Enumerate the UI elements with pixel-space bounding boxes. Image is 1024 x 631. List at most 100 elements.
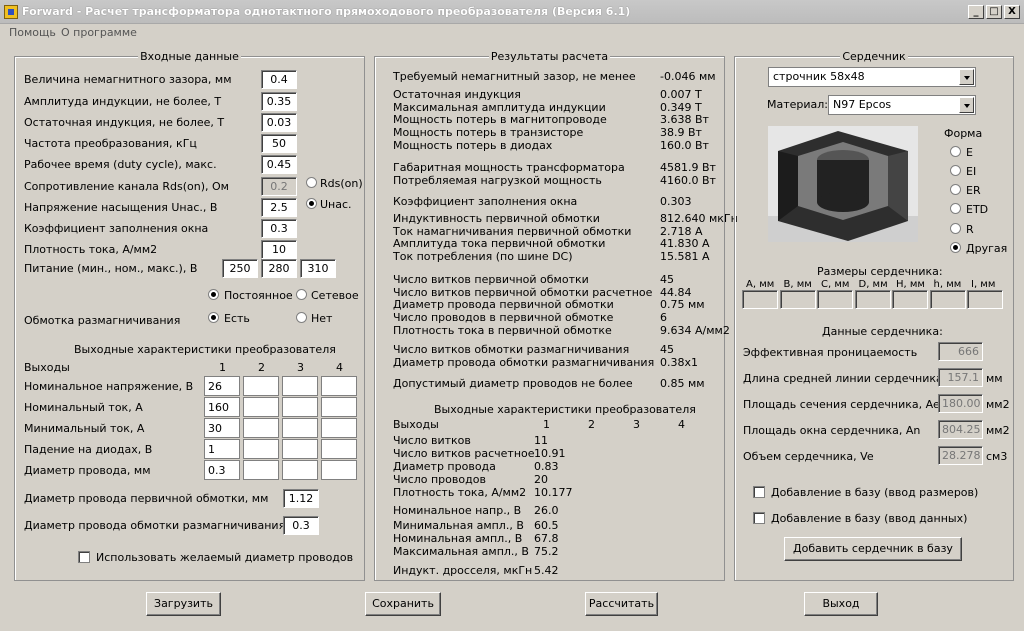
output-cell[interactable] bbox=[321, 397, 357, 417]
input-field[interactable]: 0.45 bbox=[261, 155, 297, 174]
chevron-down-icon[interactable] bbox=[959, 97, 974, 113]
chevron-down-icon[interactable] bbox=[959, 69, 974, 85]
input-field[interactable]: 50 bbox=[261, 134, 297, 153]
minimize-button[interactable]: _ bbox=[968, 5, 984, 19]
material-select[interactable]: N97 Epcos bbox=[828, 95, 976, 115]
dimension-label: h, мм bbox=[933, 279, 962, 290]
input-field[interactable]: 2.5 bbox=[261, 198, 297, 217]
shape-radio[interactable] bbox=[950, 184, 961, 195]
input-label: Частота преобразования, кГц bbox=[24, 137, 197, 150]
exit-button[interactable]: Выход bbox=[804, 592, 878, 616]
input-field[interactable]: 0.3 bbox=[261, 219, 297, 238]
input-field[interactable]: 0.4 bbox=[261, 70, 297, 89]
demag-yes-radio[interactable] bbox=[208, 312, 219, 323]
core-param-value[interactable]: 28.278 bbox=[938, 446, 983, 465]
result-label: Допустимый диаметр проводов не более bbox=[393, 377, 633, 390]
load-button[interactable]: Загрузить bbox=[146, 592, 221, 616]
output-cell[interactable] bbox=[282, 460, 318, 480]
dimension-input[interactable] bbox=[967, 290, 1003, 309]
add-core-button[interactable]: Добавить сердечник в базу bbox=[784, 537, 962, 561]
output-cell[interactable] bbox=[321, 376, 357, 396]
core-param-label: Объем сердечника, Ve bbox=[743, 450, 874, 463]
dimension-label: I, мм bbox=[971, 279, 996, 290]
input-field[interactable]: 0.2 bbox=[261, 177, 297, 196]
save-button[interactable]: Сохранить bbox=[365, 592, 441, 616]
unas-radio[interactable] bbox=[306, 198, 317, 209]
output-cell[interactable]: 160 bbox=[204, 397, 240, 417]
core-param-value[interactable]: 666 bbox=[938, 342, 983, 361]
core-param-value[interactable]: 157.1 bbox=[938, 368, 983, 387]
dimension-input[interactable] bbox=[892, 290, 928, 309]
add-dims-checkbox[interactable] bbox=[753, 486, 765, 498]
shape-radio[interactable] bbox=[950, 242, 961, 253]
demag-no-radio[interactable] bbox=[296, 312, 307, 323]
shape-radio[interactable] bbox=[950, 203, 961, 214]
input-label: Величина немагнитного зазора, мм bbox=[24, 73, 232, 86]
output-cell[interactable] bbox=[243, 376, 279, 396]
dimension-input[interactable] bbox=[742, 290, 778, 309]
output-cell[interactable] bbox=[321, 439, 357, 459]
supply-nom-input[interactable]: 280 bbox=[261, 259, 297, 278]
dimension-label: B, мм bbox=[783, 279, 812, 290]
input-field[interactable]: 0.03 bbox=[261, 113, 297, 132]
supply-min-input[interactable]: 250 bbox=[222, 259, 258, 278]
shape-radio[interactable] bbox=[950, 146, 961, 157]
output-cell[interactable] bbox=[243, 439, 279, 459]
primary-wire-label: Диаметр провода первичной обмотки, мм bbox=[24, 492, 269, 505]
demag-wire-input[interactable]: 0.3 bbox=[283, 516, 319, 535]
menu-about[interactable]: О программе bbox=[61, 26, 137, 39]
output-cell[interactable]: 26 bbox=[204, 376, 240, 396]
primary-wire-input[interactable]: 1.12 bbox=[283, 489, 319, 508]
core-param-value[interactable]: 804.25 bbox=[938, 420, 983, 439]
output-cell[interactable] bbox=[243, 418, 279, 438]
core-param-value[interactable]: 180.00 bbox=[938, 394, 983, 413]
output-cell[interactable] bbox=[243, 397, 279, 417]
output-cell[interactable] bbox=[282, 439, 318, 459]
result-value: 38.9 Вт bbox=[660, 126, 702, 140]
output-cell[interactable]: 0.3 bbox=[204, 460, 240, 480]
supply-net-radio[interactable] bbox=[296, 289, 307, 300]
output-cell[interactable] bbox=[321, 418, 357, 438]
output-cell[interactable] bbox=[321, 460, 357, 480]
add-data-checkbox[interactable] bbox=[753, 512, 765, 524]
core-select[interactable]: строчник 58x48 bbox=[768, 67, 976, 87]
dimension-input[interactable] bbox=[817, 290, 853, 309]
shape-radio[interactable] bbox=[950, 165, 961, 176]
dimension-input[interactable] bbox=[929, 290, 966, 309]
output-cell[interactable]: 30 bbox=[204, 418, 240, 438]
input-field[interactable]: 10 bbox=[261, 240, 297, 259]
shape-label: ER bbox=[966, 184, 981, 197]
shape-radio[interactable] bbox=[950, 223, 961, 234]
output-cell[interactable] bbox=[282, 397, 318, 417]
core-param-label: Эффективная проницаемость bbox=[743, 346, 918, 359]
output-cell[interactable]: 1 bbox=[204, 439, 240, 459]
output-cell[interactable] bbox=[282, 418, 318, 438]
rds-radio[interactable] bbox=[306, 177, 317, 188]
use-desired-label: Использовать желаемый диаметр проводов bbox=[96, 551, 354, 564]
result-value: 9.634 А/мм2 bbox=[660, 323, 730, 337]
app-icon bbox=[4, 5, 18, 19]
maximize-button[interactable]: □ bbox=[986, 5, 1002, 19]
core-param-label: Площадь окна сердечника, An bbox=[743, 424, 921, 437]
supply-const-label: Постоянное bbox=[224, 289, 293, 302]
output-cell[interactable] bbox=[282, 376, 318, 396]
calculate-button[interactable]: Рассчитать bbox=[585, 592, 658, 616]
results-column-header: 4 bbox=[678, 418, 685, 431]
dimension-input[interactable] bbox=[779, 290, 816, 309]
results-out-label: Индукт. дросселя, мкГн bbox=[393, 564, 533, 577]
dimension-input[interactable] bbox=[854, 290, 891, 309]
output-cell[interactable] bbox=[243, 460, 279, 480]
rds-label: Rds(on) bbox=[320, 177, 363, 190]
supply-max-input[interactable]: 310 bbox=[300, 259, 336, 278]
result-label: Плотность тока в первичной обмотке bbox=[393, 323, 612, 337]
core-param-unit: мм2 bbox=[986, 398, 1010, 411]
results-out-label: Минимальная ампл., В bbox=[393, 519, 524, 532]
supply-const-radio[interactable] bbox=[208, 289, 219, 300]
use-desired-checkbox[interactable] bbox=[78, 551, 90, 563]
results-group-title: Результаты расчета bbox=[488, 50, 611, 63]
menu-help[interactable]: Помощь bbox=[9, 26, 56, 39]
results-out-value: 60.5 bbox=[534, 519, 559, 532]
input-field[interactable]: 0.35 bbox=[261, 92, 297, 111]
input-out-header: Выходы bbox=[24, 361, 70, 374]
close-button[interactable]: X bbox=[1004, 5, 1020, 19]
